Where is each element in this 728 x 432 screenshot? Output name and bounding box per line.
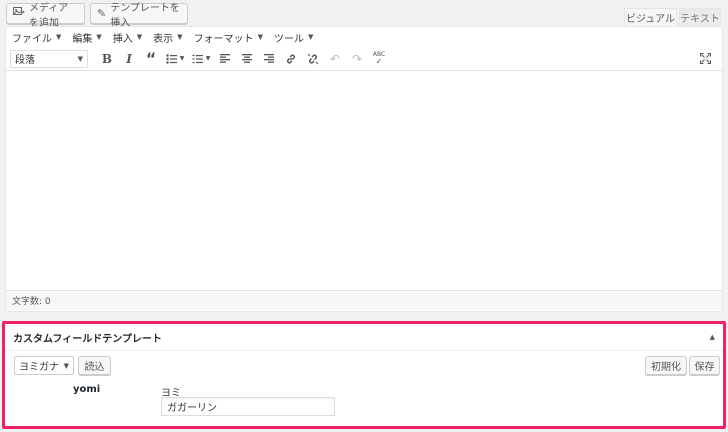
custom-field-template-box: カスタムフィールドテンプレート ▲ ヨミガナ ▼ 読込 初期化 保存 yomi … [2, 321, 726, 429]
chevron-down-icon: ▼ [56, 33, 62, 41]
align-right-icon[interactable] [258, 49, 280, 69]
status-bar: 文字数: 0 [6, 290, 722, 310]
menu-tools[interactable]: ツール ▼ [274, 30, 313, 45]
redo-icon[interactable]: ↷ [346, 49, 368, 69]
tab-text[interactable]: テキスト [679, 8, 721, 26]
toolbar: 段落 ▼ B I “ ▼ ▼ ↶ ↷ ABC ✓ [6, 47, 722, 71]
chevron-down-icon: ▼ [179, 55, 185, 62]
field-key: yomi [73, 384, 101, 395]
format-select-value: 段落 [15, 55, 35, 66]
menu-tools-label: ツール [273, 33, 304, 45]
template-select[interactable]: ヨミガナ ▼ [14, 356, 74, 375]
menu-edit-label: 編集 [72, 33, 93, 45]
menu-view[interactable]: 表示 ▼ [153, 30, 182, 45]
cft-header[interactable]: カスタムフィールドテンプレート ▲ [5, 324, 723, 351]
word-count: 文字数: 0 [12, 297, 51, 307]
fullscreen-icon[interactable] [694, 49, 716, 69]
spellcheck-icon[interactable]: ABC ✓ [368, 49, 390, 69]
load-button[interactable]: 読込 [78, 356, 111, 375]
align-center-icon[interactable] [236, 49, 258, 69]
cft-title: カスタムフィールドテンプレート [13, 333, 162, 345]
menu-insert[interactable]: 挿入 ▼ [113, 30, 142, 45]
chevron-down-icon: ▼ [307, 33, 314, 41]
pencil-icon: ✎ [97, 7, 107, 20]
menu-view-label: 表示 [153, 33, 174, 45]
editor: ファイル ▼ 編集 ▼ 挿入 ▼ 表示 ▼ フォーマット ▼ ツール ▼ 段落 ▼ B I … [5, 26, 723, 312]
chevron-down-icon: ▼ [257, 33, 263, 41]
format-select[interactable]: 段落 ▼ [10, 49, 88, 68]
add-media-label: メディアを追加 [29, 2, 69, 29]
menu-insert-label: 挿入 [112, 33, 133, 45]
yomi-input[interactable]: ガガーリン [161, 397, 335, 416]
undo-icon[interactable]: ↶ [324, 49, 346, 69]
chevron-down-icon: ▼ [136, 33, 143, 41]
chevron-down-icon: ▼ [177, 33, 183, 41]
blockquote-icon[interactable]: “ [140, 49, 162, 69]
chevron-down-icon: ▼ [205, 55, 211, 62]
template-select-value: ヨミガナ [19, 362, 59, 373]
menu-file-label: ファイル [12, 33, 52, 45]
bullet-list-icon[interactable]: ▼ [162, 49, 188, 69]
chevron-down-icon: ▼ [96, 33, 102, 41]
menu-format-label: フォーマット [193, 33, 254, 45]
menubar: ファイル ▼ 編集 ▼ 挿入 ▼ 表示 ▼ フォーマット ▼ ツール ▼ [6, 27, 722, 47]
tab-visual[interactable]: ビジュアル [624, 8, 677, 26]
align-left-icon[interactable] [214, 49, 236, 69]
insert-template-label: テンプレートを挿入 [110, 2, 180, 29]
chevron-down-icon: ▼ [63, 361, 69, 370]
content-area[interactable] [6, 71, 722, 290]
check-icon: ✓ [375, 56, 383, 66]
save-button[interactable]: 保存 [689, 356, 720, 375]
insert-template-button[interactable]: ✎ テンプレートを挿入 [90, 3, 188, 29]
unlink-icon[interactable] [302, 49, 324, 69]
reset-button[interactable]: 初期化 [645, 356, 687, 375]
numbered-list-icon[interactable]: ▼ [188, 49, 214, 69]
menu-file[interactable]: ファイル ▼ [12, 30, 61, 45]
italic-icon[interactable]: I [118, 49, 140, 69]
menu-edit[interactable]: 編集 ▼ [72, 30, 101, 45]
media-icon [13, 6, 25, 21]
menu-format[interactable]: フォーマット ▼ [194, 30, 263, 45]
add-media-button[interactable]: メディアを追加 [6, 3, 85, 29]
chevron-down-icon: ▼ [77, 54, 83, 63]
collapse-arrow-icon[interactable]: ▲ [710, 333, 715, 341]
link-icon[interactable] [280, 49, 302, 69]
bold-icon[interactable]: B [96, 49, 118, 69]
